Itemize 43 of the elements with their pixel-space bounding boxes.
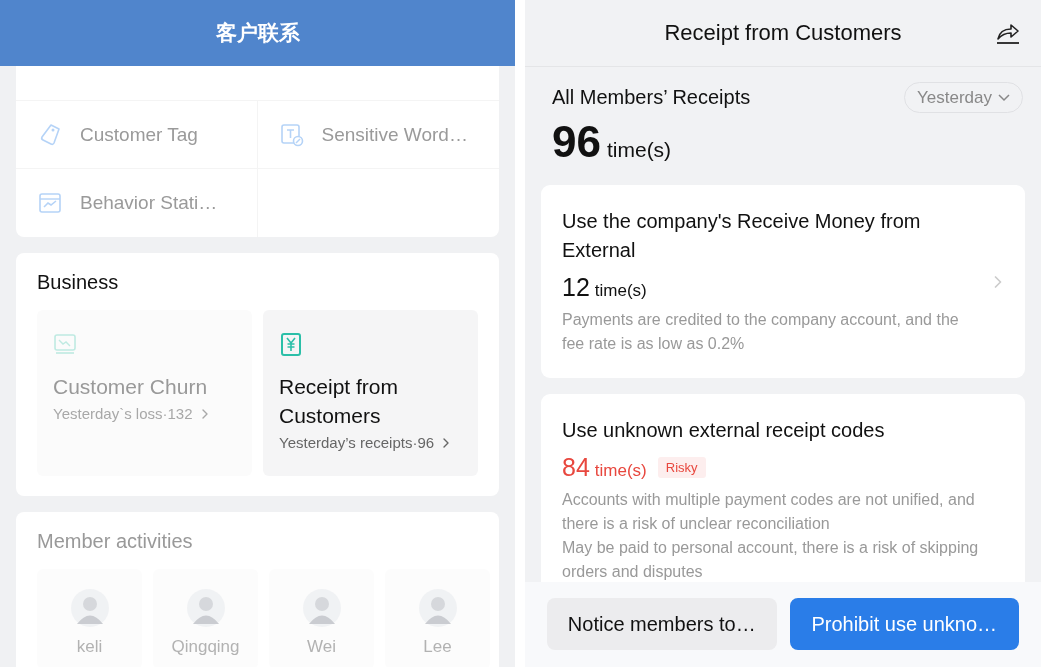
avatar [302,589,341,627]
method-count: 12 [562,273,590,302]
avatar [418,589,457,627]
member-name: Wei [307,637,336,657]
risk-badge: Risky [657,457,706,478]
avatar [186,589,225,627]
method-description: May be paid to personal account, there is a risk of skipping orders and disputes [562,538,980,582]
period-dropdown[interactable]: Yesterday [904,82,1023,113]
tile-subtitle: Yesterday’s receipts·96 [279,434,435,451]
chevron-right-icon [200,408,209,419]
method-description: Payments are credited to the company account, and the fee rate is as low as 0.2% [562,310,960,354]
tool-item[interactable]: Customer Tag [16,101,258,169]
member-name: Lee [423,637,452,657]
header-title: 客户联系 [215,20,300,46]
tag-icon [38,122,62,147]
tile-subtitle: Yesterday`s loss·132 [53,405,193,422]
chevron-right-icon [442,437,451,448]
method-title: Use the company's Receive Money from External [562,209,922,263]
method-description: Accounts with multiple payment codes are not unified, and there is a risk of unclear reconciliation [562,490,976,534]
section-title: Member activities [37,530,194,553]
tool-item[interactable]: Sensitive Word… [257,101,499,169]
section-title: Business [37,271,120,294]
count-unit: time(s) [594,281,647,301]
member-name: Qingqing [171,637,240,657]
text-document-icon [279,122,304,147]
tool-item[interactable]: Behavior Stati… [16,169,258,237]
summary-label: All Members’ Receipts [552,86,751,109]
count-unit: time(s) [606,138,672,162]
action-button[interactable]: Prohibit use unkno… [789,598,1019,650]
method-count: 84 [562,453,590,482]
method-card[interactable]: Use the company's Receive Money from External 12 time(s) Payments are credited to the company account, and the fee rate is as low as 0.2% [541,185,1025,378]
page-title: Receipt from Customers [664,20,902,46]
method-title: Use unknown external receipt codes [562,418,886,443]
business-tile[interactable]: Receipt from Customers Yesterday’s receipts·96 [263,310,478,476]
yen-icon [279,332,303,356]
chevron-down-icon [998,93,1010,102]
chart-icon [38,191,62,215]
avatar [70,589,109,627]
total-count: 96 [552,117,601,167]
monitor-chart-icon [53,332,77,356]
action-button[interactable]: Notice members to… [547,598,777,650]
count-unit: time(s) [594,461,647,481]
member-name: keli [76,637,103,657]
